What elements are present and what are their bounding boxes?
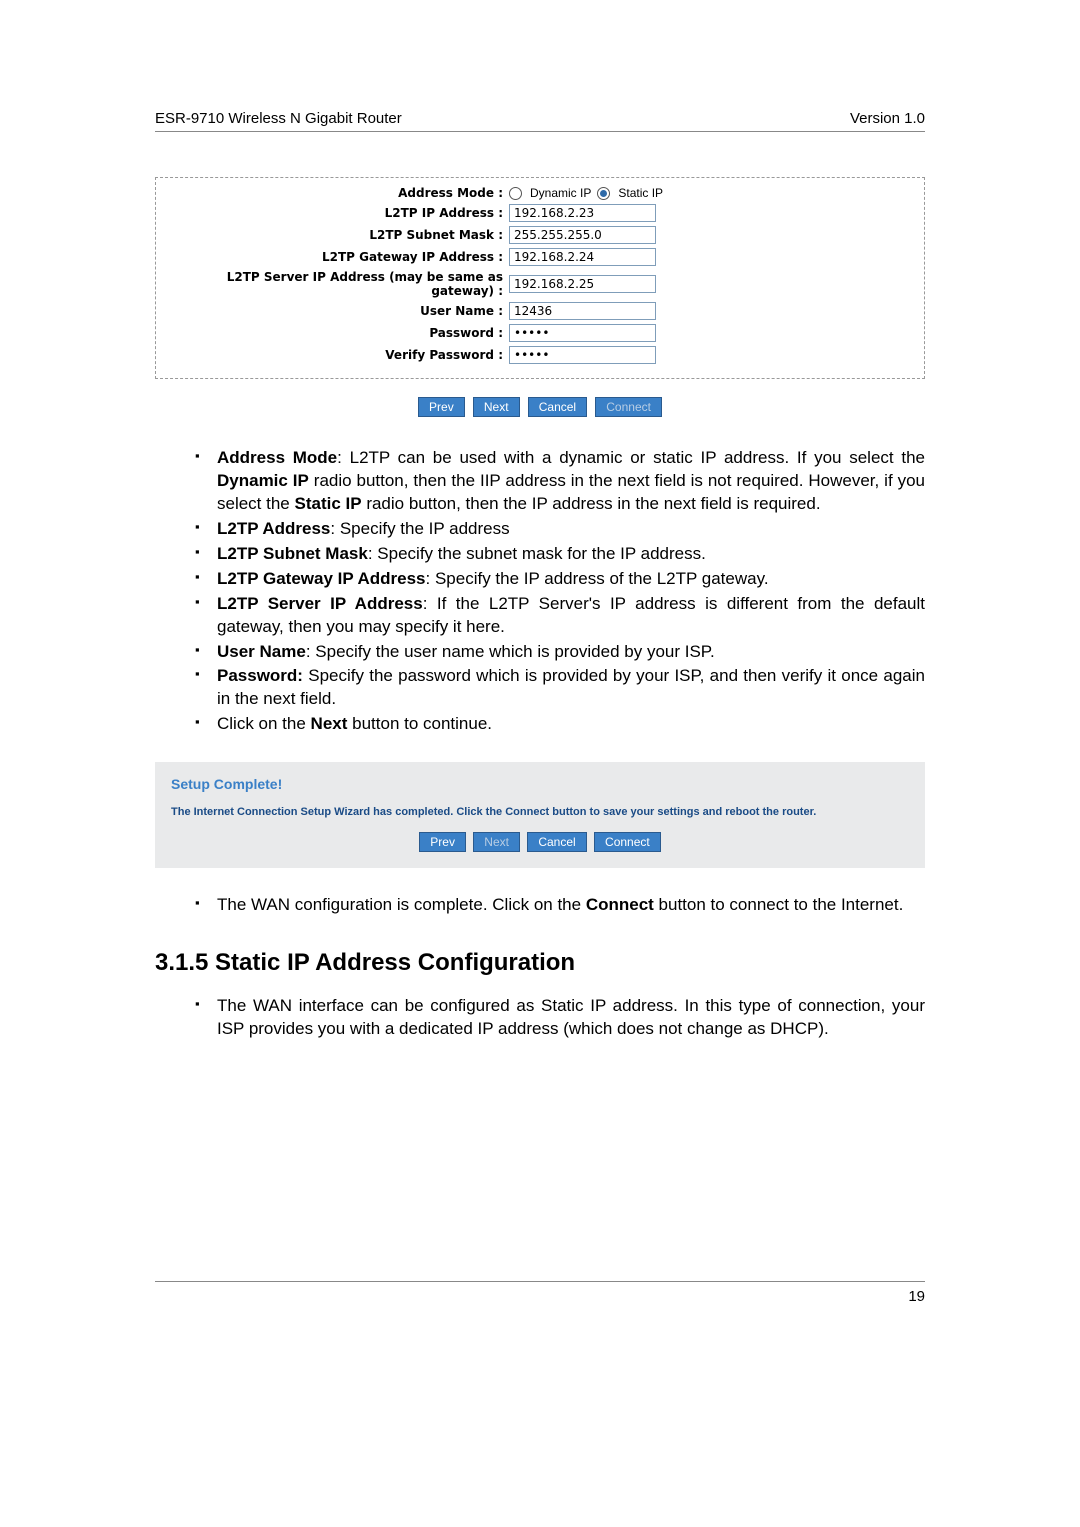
- list-item: L2TP Gateway IP Address: Specify the IP …: [195, 568, 925, 591]
- cancel-button-1[interactable]: Cancel: [528, 397, 587, 417]
- section-heading: 3.1.5 Static IP Address Configuration: [155, 949, 925, 977]
- static-ip-label: Static IP: [618, 186, 663, 200]
- list-item: Address Mode: L2TP can be used with a dy…: [195, 447, 925, 516]
- username-input[interactable]: [509, 302, 656, 320]
- list-item: The WAN interface can be configured as S…: [195, 995, 925, 1041]
- connect-button-1: Connect: [595, 397, 662, 417]
- verify-password-label: Verify Password :: [174, 348, 509, 362]
- username-label: User Name :: [174, 304, 509, 318]
- l2tp-form: Address Mode : Dynamic IP Static IP L2TP…: [155, 177, 925, 379]
- setup-complete-msg: The Internet Connection Setup Wizard has…: [171, 806, 909, 818]
- button-row-1: Prev Next Cancel Connect: [155, 397, 925, 417]
- setup-complete-title: Setup Complete!: [171, 776, 909, 792]
- page-number: 19: [908, 1288, 925, 1305]
- page-header: ESR-9710 Wireless N Gigabit Router Versi…: [155, 110, 925, 132]
- header-right: Version 1.0: [850, 110, 925, 127]
- static-ip-radio[interactable]: [597, 187, 610, 200]
- button-row-2: Prev Next Cancel Connect: [171, 832, 909, 852]
- bullets-description-3: The WAN interface can be configured as S…: [195, 995, 925, 1041]
- bullets-description-2: The WAN configuration is complete. Click…: [195, 894, 925, 917]
- list-item: L2TP Address: Specify the IP address: [195, 518, 925, 541]
- l2tp-server-label: L2TP Server IP Address (may be same as g…: [174, 270, 509, 298]
- bullets-description-1: Address Mode: L2TP can be used with a dy…: [195, 447, 925, 736]
- dynamic-ip-radio[interactable]: [509, 187, 522, 200]
- connect-button-2[interactable]: Connect: [594, 832, 661, 852]
- verify-password-input[interactable]: [509, 346, 656, 364]
- next-button-1[interactable]: Next: [473, 397, 520, 417]
- list-item: User Name: Specify the user name which i…: [195, 641, 925, 664]
- cancel-button-2[interactable]: Cancel: [527, 832, 586, 852]
- list-item: Password: Specify the password which is …: [195, 665, 925, 711]
- next-button-2: Next: [473, 832, 520, 852]
- setup-complete-box: Setup Complete! The Internet Connection …: [155, 762, 925, 868]
- password-label: Password :: [174, 326, 509, 340]
- l2tp-gateway-input[interactable]: [509, 248, 656, 266]
- list-item: L2TP Subnet Mask: Specify the subnet mas…: [195, 543, 925, 566]
- l2tp-server-input[interactable]: [509, 275, 656, 293]
- l2tp-gateway-label: L2TP Gateway IP Address :: [174, 250, 509, 264]
- l2tp-ip-label: L2TP IP Address :: [174, 206, 509, 220]
- l2tp-mask-input[interactable]: [509, 226, 656, 244]
- header-left: ESR-9710 Wireless N Gigabit Router: [155, 110, 402, 127]
- list-item: The WAN configuration is complete. Click…: [195, 894, 925, 917]
- dynamic-ip-label: Dynamic IP: [530, 186, 591, 200]
- list-item: Click on the Next button to continue.: [195, 713, 925, 736]
- page-footer: 19: [155, 1281, 925, 1305]
- address-mode-label: Address Mode :: [174, 186, 509, 200]
- password-input[interactable]: [509, 324, 656, 342]
- l2tp-mask-label: L2TP Subnet Mask :: [174, 228, 509, 242]
- l2tp-ip-input[interactable]: [509, 204, 656, 222]
- prev-button-1[interactable]: Prev: [418, 397, 465, 417]
- list-item: L2TP Server IP Address: If the L2TP Serv…: [195, 593, 925, 639]
- prev-button-2[interactable]: Prev: [419, 832, 466, 852]
